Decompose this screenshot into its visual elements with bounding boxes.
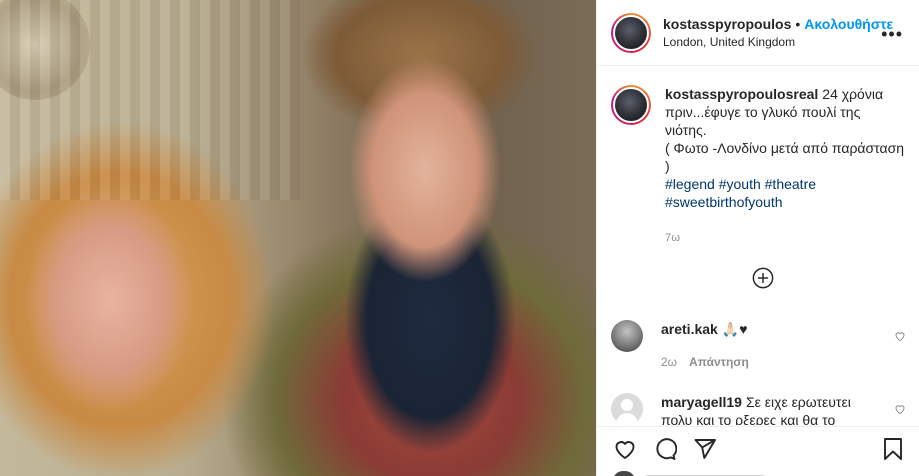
comment-like-heart-icon[interactable] — [894, 403, 906, 415]
follow-button[interactable]: Ακολουθήστε — [804, 16, 893, 32]
commenter-username[interactable]: areti.kak — [661, 321, 718, 337]
post-header: kostasspyropoulos • Ακολουθήστε London, … — [597, 0, 919, 66]
photo-background-curtain — [0, 0, 300, 200]
comment-item: areti.kak 🙏🏻♥ 2ω Απάντηση — [611, 320, 906, 371]
bookmark-icon[interactable] — [881, 437, 905, 461]
comment-time: 2ω — [661, 355, 678, 369]
caption-time[interactable]: 7ω — [665, 229, 905, 247]
post-side-panel: kostasspyropoulos • Ακολουθήστε London, … — [596, 0, 919, 476]
post-location[interactable]: London, United Kingdom — [663, 35, 893, 49]
author-info: kostasspyropoulos • Ακολουθήστε London, … — [663, 16, 893, 49]
heart-icon[interactable] — [613, 437, 637, 461]
caption-author-avatar[interactable] — [611, 85, 651, 125]
comment-item: maryagell19 Σε ειχε ερωτευτει πολυ και το… — [611, 393, 906, 425]
caption-text-2: ( Φωτο -Λονδίνο μετά από παράσταση ) — [665, 140, 904, 174]
share-icon[interactable] — [693, 437, 717, 461]
caption-hashtags[interactable]: #legend #youth #theatre #sweetbirthofyou… — [665, 175, 905, 211]
add-circle-icon[interactable] — [752, 267, 774, 289]
author-avatar[interactable] — [611, 12, 651, 53]
liker-avatar — [613, 471, 635, 476]
commenter-avatar[interactable] — [611, 320, 643, 352]
commenter-default-avatar[interactable] — [611, 393, 643, 425]
comments-scroll-area[interactable]: kostasspyropoulosreal 24 χρόνια πριν...έφ… — [597, 67, 919, 425]
post-actions-bar — [597, 426, 919, 476]
post-caption: kostasspyropoulosreal 24 χρόνια πριν...έφ… — [597, 67, 919, 247]
caption-body: kostasspyropoulosreal 24 χρόνια πριν...έφ… — [665, 85, 905, 247]
reply-button[interactable]: Απάντηση — [689, 355, 749, 369]
comment-icon[interactable] — [653, 437, 677, 461]
separator-dot: • — [795, 16, 801, 32]
commenter-username[interactable]: maryagell19 — [661, 394, 742, 410]
likes-row-peek — [613, 471, 765, 476]
more-options-icon[interactable]: ••• — [881, 24, 903, 45]
comment-like-heart-icon[interactable] — [894, 330, 906, 342]
author-username[interactable]: kostasspyropoulos — [663, 16, 791, 32]
caption-username[interactable]: kostasspyropoulosreal — [665, 86, 818, 102]
post-photo[interactable] — [0, 0, 596, 476]
comment-text: 🙏🏻♥ — [721, 321, 748, 337]
